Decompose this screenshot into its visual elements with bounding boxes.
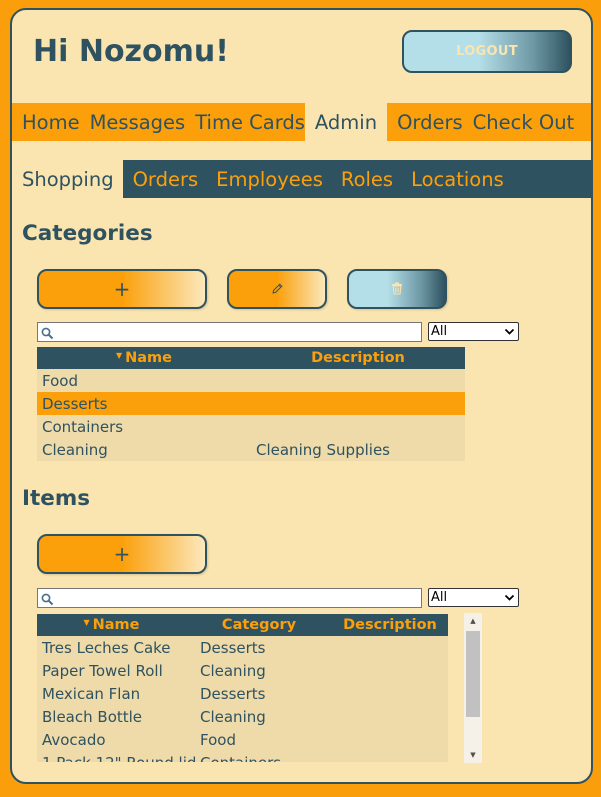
items-col-category[interactable]: Category bbox=[186, 614, 332, 636]
main-nav-orders[interactable]: Orders bbox=[387, 103, 463, 141]
item-description-cell bbox=[338, 751, 448, 762]
category-name-cell: Desserts bbox=[42, 394, 108, 413]
item-name-cell: Avocado bbox=[42, 730, 106, 749]
items-table-header: ▼ Name Category Description bbox=[37, 614, 448, 636]
chevron-down-icon bbox=[504, 326, 515, 341]
category-description-cell bbox=[251, 415, 465, 438]
logout-button[interactable]: LOGOUT bbox=[402, 30, 572, 73]
scroll-up-arrow-icon[interactable]: ▲ bbox=[464, 614, 482, 628]
edit-category-button[interactable] bbox=[227, 269, 327, 309]
table-row[interactable]: Bleach Bottle Cleaning bbox=[37, 705, 448, 728]
admin-sub-nav: Shopping Orders Employees Roles Location… bbox=[12, 160, 591, 198]
categories-col-description[interactable]: Description bbox=[251, 347, 465, 369]
table-row[interactable]: Avocado Food bbox=[37, 728, 448, 751]
greeting-title: Hi Nozomu! bbox=[33, 34, 229, 69]
items-filter-value: All bbox=[431, 590, 448, 605]
item-name-cell: Mexican Flan bbox=[42, 684, 141, 703]
add-category-button[interactable]: + bbox=[37, 269, 207, 309]
category-description-cell bbox=[251, 369, 465, 392]
plus-icon: + bbox=[113, 277, 131, 301]
trash-icon bbox=[391, 280, 403, 299]
items-heading: Items bbox=[22, 486, 91, 511]
categories-search-input[interactable] bbox=[37, 322, 422, 342]
category-name-cell: Cleaning bbox=[42, 440, 108, 459]
sub-nav-locations[interactable]: Locations bbox=[401, 160, 512, 198]
table-row[interactable]: Containers bbox=[37, 415, 465, 438]
item-name-cell: Paper Towel Roll bbox=[42, 661, 163, 680]
items-col-name[interactable]: ▼ Name bbox=[37, 614, 186, 636]
main-nav-time-cards[interactable]: Time Cards bbox=[185, 103, 305, 141]
items-table: ▼ Name Category Description Tres Leches … bbox=[37, 614, 448, 762]
category-name-cell: Food bbox=[42, 371, 78, 390]
sub-nav-roles[interactable]: Roles bbox=[331, 160, 401, 198]
delete-category-button[interactable] bbox=[347, 269, 447, 309]
table-row[interactable]: Cleaning Cleaning Supplies bbox=[37, 438, 465, 461]
categories-col-name[interactable]: ▼ Name bbox=[37, 347, 251, 369]
sub-nav-employees[interactable]: Employees bbox=[206, 160, 331, 198]
item-category-cell: Desserts bbox=[200, 684, 266, 703]
category-name-cell: Containers bbox=[42, 417, 124, 436]
categories-table: ▼ Name Description Food Desserts Contain… bbox=[37, 347, 465, 461]
main-nav-home[interactable]: Home bbox=[12, 103, 80, 141]
item-description-cell bbox=[338, 728, 448, 751]
item-name-cell: Tres Leches Cake bbox=[42, 638, 171, 657]
sort-desc-icon: ▼ bbox=[115, 350, 123, 360]
plus-icon: + bbox=[113, 542, 131, 566]
item-name-cell: 1 Pack 12" Round lid bbox=[37, 751, 195, 763]
main-nav: Home Messages Time Cards Admin Orders Ch… bbox=[12, 103, 591, 141]
item-category-cell: Containers bbox=[195, 751, 338, 763]
app-window: Hi Nozomu! LOGOUT Home Messages Time Car… bbox=[10, 8, 593, 784]
items-filter-select[interactable]: All bbox=[428, 588, 519, 607]
sub-nav-shopping[interactable]: Shopping bbox=[12, 160, 123, 198]
main-nav-admin[interactable]: Admin bbox=[304, 103, 388, 141]
scroll-down-arrow-icon[interactable]: ▼ bbox=[464, 748, 482, 762]
main-nav-messages[interactable]: Messages bbox=[80, 103, 186, 141]
table-row[interactable]: 1 Pack 12" Round lid Containers bbox=[37, 751, 448, 762]
items-col-category-label: Category bbox=[221, 617, 297, 633]
item-description-cell bbox=[338, 659, 448, 682]
search-icon bbox=[41, 591, 54, 610]
items-table-body[interactable]: Tres Leches Cake Desserts Paper Towel Ro… bbox=[37, 636, 448, 762]
item-category-cell: Cleaning bbox=[200, 707, 266, 726]
table-row[interactable]: Food bbox=[37, 369, 465, 392]
categories-filter-value: All bbox=[431, 324, 448, 339]
categories-col-name-label: Name bbox=[125, 350, 173, 366]
sub-nav-orders[interactable]: Orders bbox=[123, 160, 207, 198]
categories-heading: Categories bbox=[22, 221, 153, 246]
item-category-cell: Food bbox=[200, 730, 236, 749]
main-nav-check-out[interactable]: Check Out bbox=[463, 103, 575, 141]
item-description-cell bbox=[338, 705, 448, 728]
category-description-cell bbox=[251, 392, 465, 415]
table-row[interactable]: Tres Leches Cake Desserts bbox=[37, 636, 448, 659]
items-col-name-label: Name bbox=[92, 617, 140, 633]
item-category-cell: Cleaning bbox=[200, 661, 266, 680]
pencil-icon bbox=[271, 280, 284, 299]
categories-table-header: ▼ Name Description bbox=[37, 347, 465, 369]
categories-filter-select[interactable]: All bbox=[428, 322, 519, 341]
item-category-cell: Desserts bbox=[200, 638, 266, 657]
items-scrollbar[interactable]: ▲ ▼ bbox=[464, 613, 482, 763]
category-description-cell: Cleaning Supplies bbox=[256, 440, 390, 459]
item-description-cell bbox=[338, 636, 448, 659]
chevron-down-icon bbox=[504, 592, 515, 607]
item-description-cell bbox=[338, 682, 448, 705]
items-col-description-label: Description bbox=[343, 617, 437, 633]
items-col-description[interactable]: Description bbox=[332, 614, 448, 636]
search-icon bbox=[41, 325, 54, 344]
items-search-input[interactable] bbox=[37, 588, 422, 608]
table-row[interactable]: Mexican Flan Desserts bbox=[37, 682, 448, 705]
sort-desc-icon: ▼ bbox=[83, 617, 90, 627]
item-name-cell: Bleach Bottle bbox=[42, 707, 143, 726]
categories-col-description-label: Description bbox=[311, 350, 405, 366]
table-row-selected[interactable]: Desserts bbox=[37, 392, 465, 415]
scrollbar-thumb[interactable] bbox=[466, 631, 480, 717]
add-item-button[interactable]: + bbox=[37, 534, 207, 574]
table-row[interactable]: Paper Towel Roll Cleaning bbox=[37, 659, 448, 682]
